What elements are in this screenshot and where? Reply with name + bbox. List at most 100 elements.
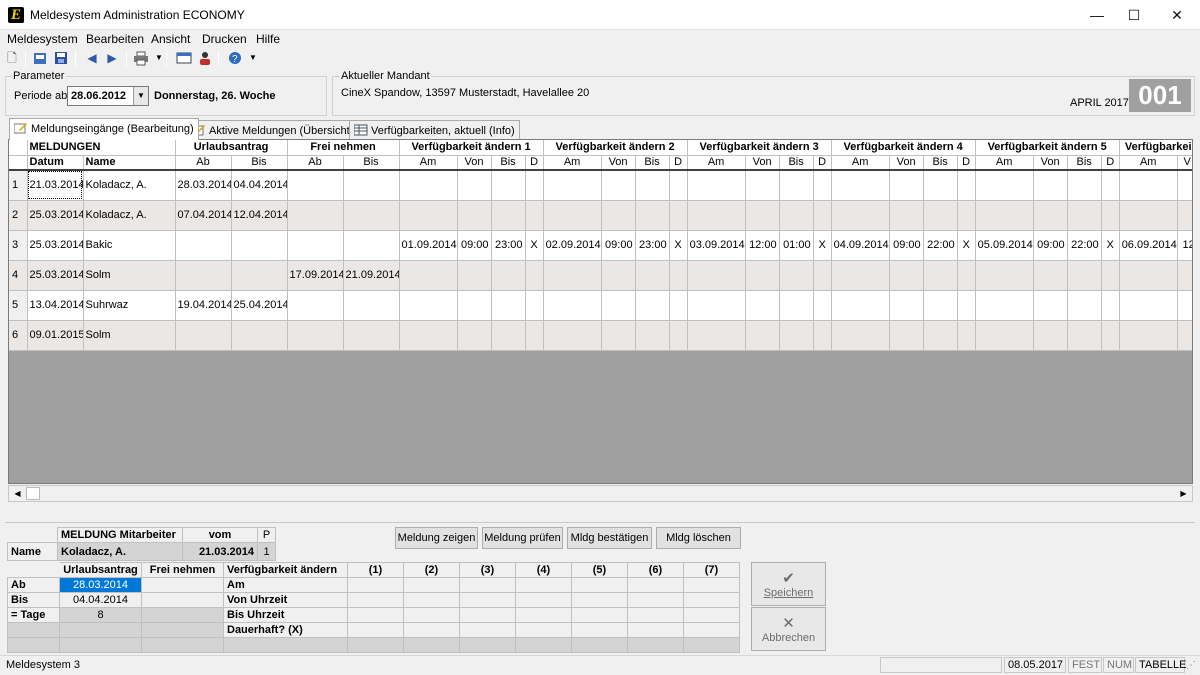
cell-verf-bis[interactable] xyxy=(635,290,670,321)
cell-verf-am[interactable]: 05.09.2014 xyxy=(975,230,1034,261)
cell-datum[interactable]: 25.03.2014 xyxy=(27,200,84,231)
print-icon[interactable] xyxy=(133,50,149,66)
cell-name[interactable]: Suhrwaz xyxy=(83,290,176,321)
cell-verf-am[interactable] xyxy=(1119,260,1178,291)
table-row[interactable]: 4 25.03.2014 Solm 17.09.2014 21.09.2014 xyxy=(9,260,1192,291)
cell-verf-dauerhaft[interactable] xyxy=(957,200,976,231)
cell-verf-dauerhaft[interactable] xyxy=(525,290,544,321)
chevron-down-icon[interactable]: ▼ xyxy=(133,87,148,105)
verf-cell[interactable] xyxy=(347,577,404,593)
cell-frei-ab[interactable] xyxy=(287,320,344,351)
verf-cell[interactable] xyxy=(347,607,404,623)
cell-frei-bis[interactable] xyxy=(343,320,400,351)
cell-verf-am[interactable] xyxy=(1119,200,1178,231)
cell-name[interactable]: Koladacz, A. xyxy=(83,170,176,201)
cell-verf-bis[interactable] xyxy=(491,260,526,291)
tab-aktive-meldungen[interactable]: Aktive Meldungen (Übersicht) xyxy=(187,120,359,140)
cell-verf-am[interactable]: 02.09.2014 xyxy=(543,230,602,261)
cell-verf-bis[interactable] xyxy=(923,200,958,231)
verf-cell[interactable] xyxy=(571,577,628,593)
cell-verf-dauerhaft[interactable]: X xyxy=(1101,230,1120,261)
cell-verf-von[interactable] xyxy=(745,290,780,321)
cell-datum[interactable]: 13.04.2014 xyxy=(27,290,84,321)
cell-urlaub-ab[interactable]: 19.04.2014 xyxy=(175,290,232,321)
cell-verf-dauerhaft[interactable] xyxy=(525,170,544,201)
cell-verf-am[interactable] xyxy=(543,320,602,351)
verf-cell[interactable] xyxy=(683,577,740,593)
cell-verf-von[interactable] xyxy=(889,260,924,291)
cell-verf-von[interactable] xyxy=(889,290,924,321)
cell-frei-ab[interactable] xyxy=(287,170,344,201)
cell-verf-bis[interactable]: 22:00 xyxy=(1067,230,1102,261)
cell-verf-von[interactable] xyxy=(1033,200,1068,231)
cell-verf-bis[interactable] xyxy=(491,200,526,231)
cell-verf-von[interactable] xyxy=(1033,320,1068,351)
verf-cell[interactable] xyxy=(403,577,460,593)
cell-verf-am[interactable] xyxy=(975,200,1034,231)
help-icon[interactable]: ? xyxy=(227,50,243,66)
cell-verf-am[interactable] xyxy=(687,290,746,321)
verf-cell[interactable] xyxy=(683,622,740,638)
cell-verf-am[interactable] xyxy=(687,260,746,291)
cell-verf-am[interactable] xyxy=(543,170,602,201)
menu-hilfe[interactable]: Hilfe xyxy=(256,32,280,46)
window-icon[interactable] xyxy=(176,50,192,66)
cell-verf-von[interactable]: 09:00 xyxy=(457,230,492,261)
frei-bis-field[interactable] xyxy=(141,592,224,608)
cell-verf-am[interactable] xyxy=(543,260,602,291)
cell-verf-von[interactable] xyxy=(1033,170,1068,201)
cell-urlaub-ab[interactable] xyxy=(175,260,232,291)
cell-verf-dauerhaft[interactable] xyxy=(669,290,688,321)
cell-verf-bis[interactable] xyxy=(635,200,670,231)
cell-verf-von[interactable] xyxy=(889,170,924,201)
cell-verf-von[interactable]: 09:00 xyxy=(601,230,636,261)
cell-verf-von[interactable] xyxy=(889,200,924,231)
cell-verf-bis[interactable] xyxy=(491,170,526,201)
back-arrow-icon[interactable]: ◀ xyxy=(84,50,100,66)
cell-verf-bis[interactable] xyxy=(635,260,670,291)
cell-verf-am[interactable] xyxy=(399,170,458,201)
cell-verf-bis[interactable]: 23:00 xyxy=(635,230,670,261)
verf-cell[interactable] xyxy=(627,607,684,623)
cell-verf-von[interactable]: 12 xyxy=(1177,230,1192,261)
cell-verf-dauerhaft[interactable]: X xyxy=(813,230,832,261)
cell-frei-ab[interactable] xyxy=(287,230,344,261)
cell-verf-dauerhaft[interactable] xyxy=(669,200,688,231)
cell-verf-dauerhaft[interactable] xyxy=(1101,170,1120,201)
tab-verfuegbarkeiten[interactable]: Verfügbarkeiten, aktuell (Info) xyxy=(349,120,520,140)
verf-cell[interactable] xyxy=(459,592,516,608)
cell-urlaub-bis[interactable] xyxy=(231,260,288,291)
cell-verf-am[interactable] xyxy=(831,170,890,201)
cell-verf-am[interactable] xyxy=(1119,320,1178,351)
cell-verf-von[interactable] xyxy=(1033,290,1068,321)
open-icon[interactable] xyxy=(32,50,48,66)
cell-verf-von[interactable] xyxy=(1177,320,1192,351)
cell-name[interactable]: Bakic xyxy=(83,230,176,261)
scroll-thumb[interactable] xyxy=(26,487,40,500)
cell-verf-dauerhaft[interactable] xyxy=(1101,200,1120,231)
cell-verf-am[interactable] xyxy=(975,320,1034,351)
meldung-zeigen-button[interactable]: Meldung zeigen xyxy=(395,527,478,549)
cell-verf-am[interactable] xyxy=(399,320,458,351)
cell-verf-am[interactable] xyxy=(687,170,746,201)
cell-verf-bis[interactable] xyxy=(635,320,670,351)
cell-verf-am[interactable] xyxy=(975,170,1034,201)
cell-verf-bis[interactable] xyxy=(923,260,958,291)
cell-verf-bis[interactable] xyxy=(779,320,814,351)
cell-verf-von[interactable]: 09:00 xyxy=(1033,230,1068,261)
verf-cell[interactable] xyxy=(571,622,628,638)
cell-verf-dauerhaft[interactable] xyxy=(1101,290,1120,321)
cell-verf-von[interactable] xyxy=(745,260,780,291)
cell-verf-am[interactable] xyxy=(399,200,458,231)
meldung-bestaetigen-button[interactable]: Mldg bestätigen xyxy=(567,527,652,549)
cell-verf-dauerhaft[interactable] xyxy=(957,170,976,201)
cell-urlaub-ab[interactable] xyxy=(175,320,232,351)
tab-meldungseingaenge[interactable]: Meldungseingänge (Bearbeitung) xyxy=(9,118,199,140)
cell-verf-bis[interactable] xyxy=(779,170,814,201)
verf-cell[interactable] xyxy=(515,577,572,593)
cell-verf-dauerhaft[interactable] xyxy=(957,260,976,291)
cell-verf-am[interactable] xyxy=(543,290,602,321)
menu-bearbeiten[interactable]: Bearbeiten xyxy=(86,32,144,46)
table-row[interactable]: 2 25.03.2014 Koladacz, A. 07.04.2014 12.04.2… xyxy=(9,200,1192,231)
cell-verf-am[interactable] xyxy=(831,320,890,351)
